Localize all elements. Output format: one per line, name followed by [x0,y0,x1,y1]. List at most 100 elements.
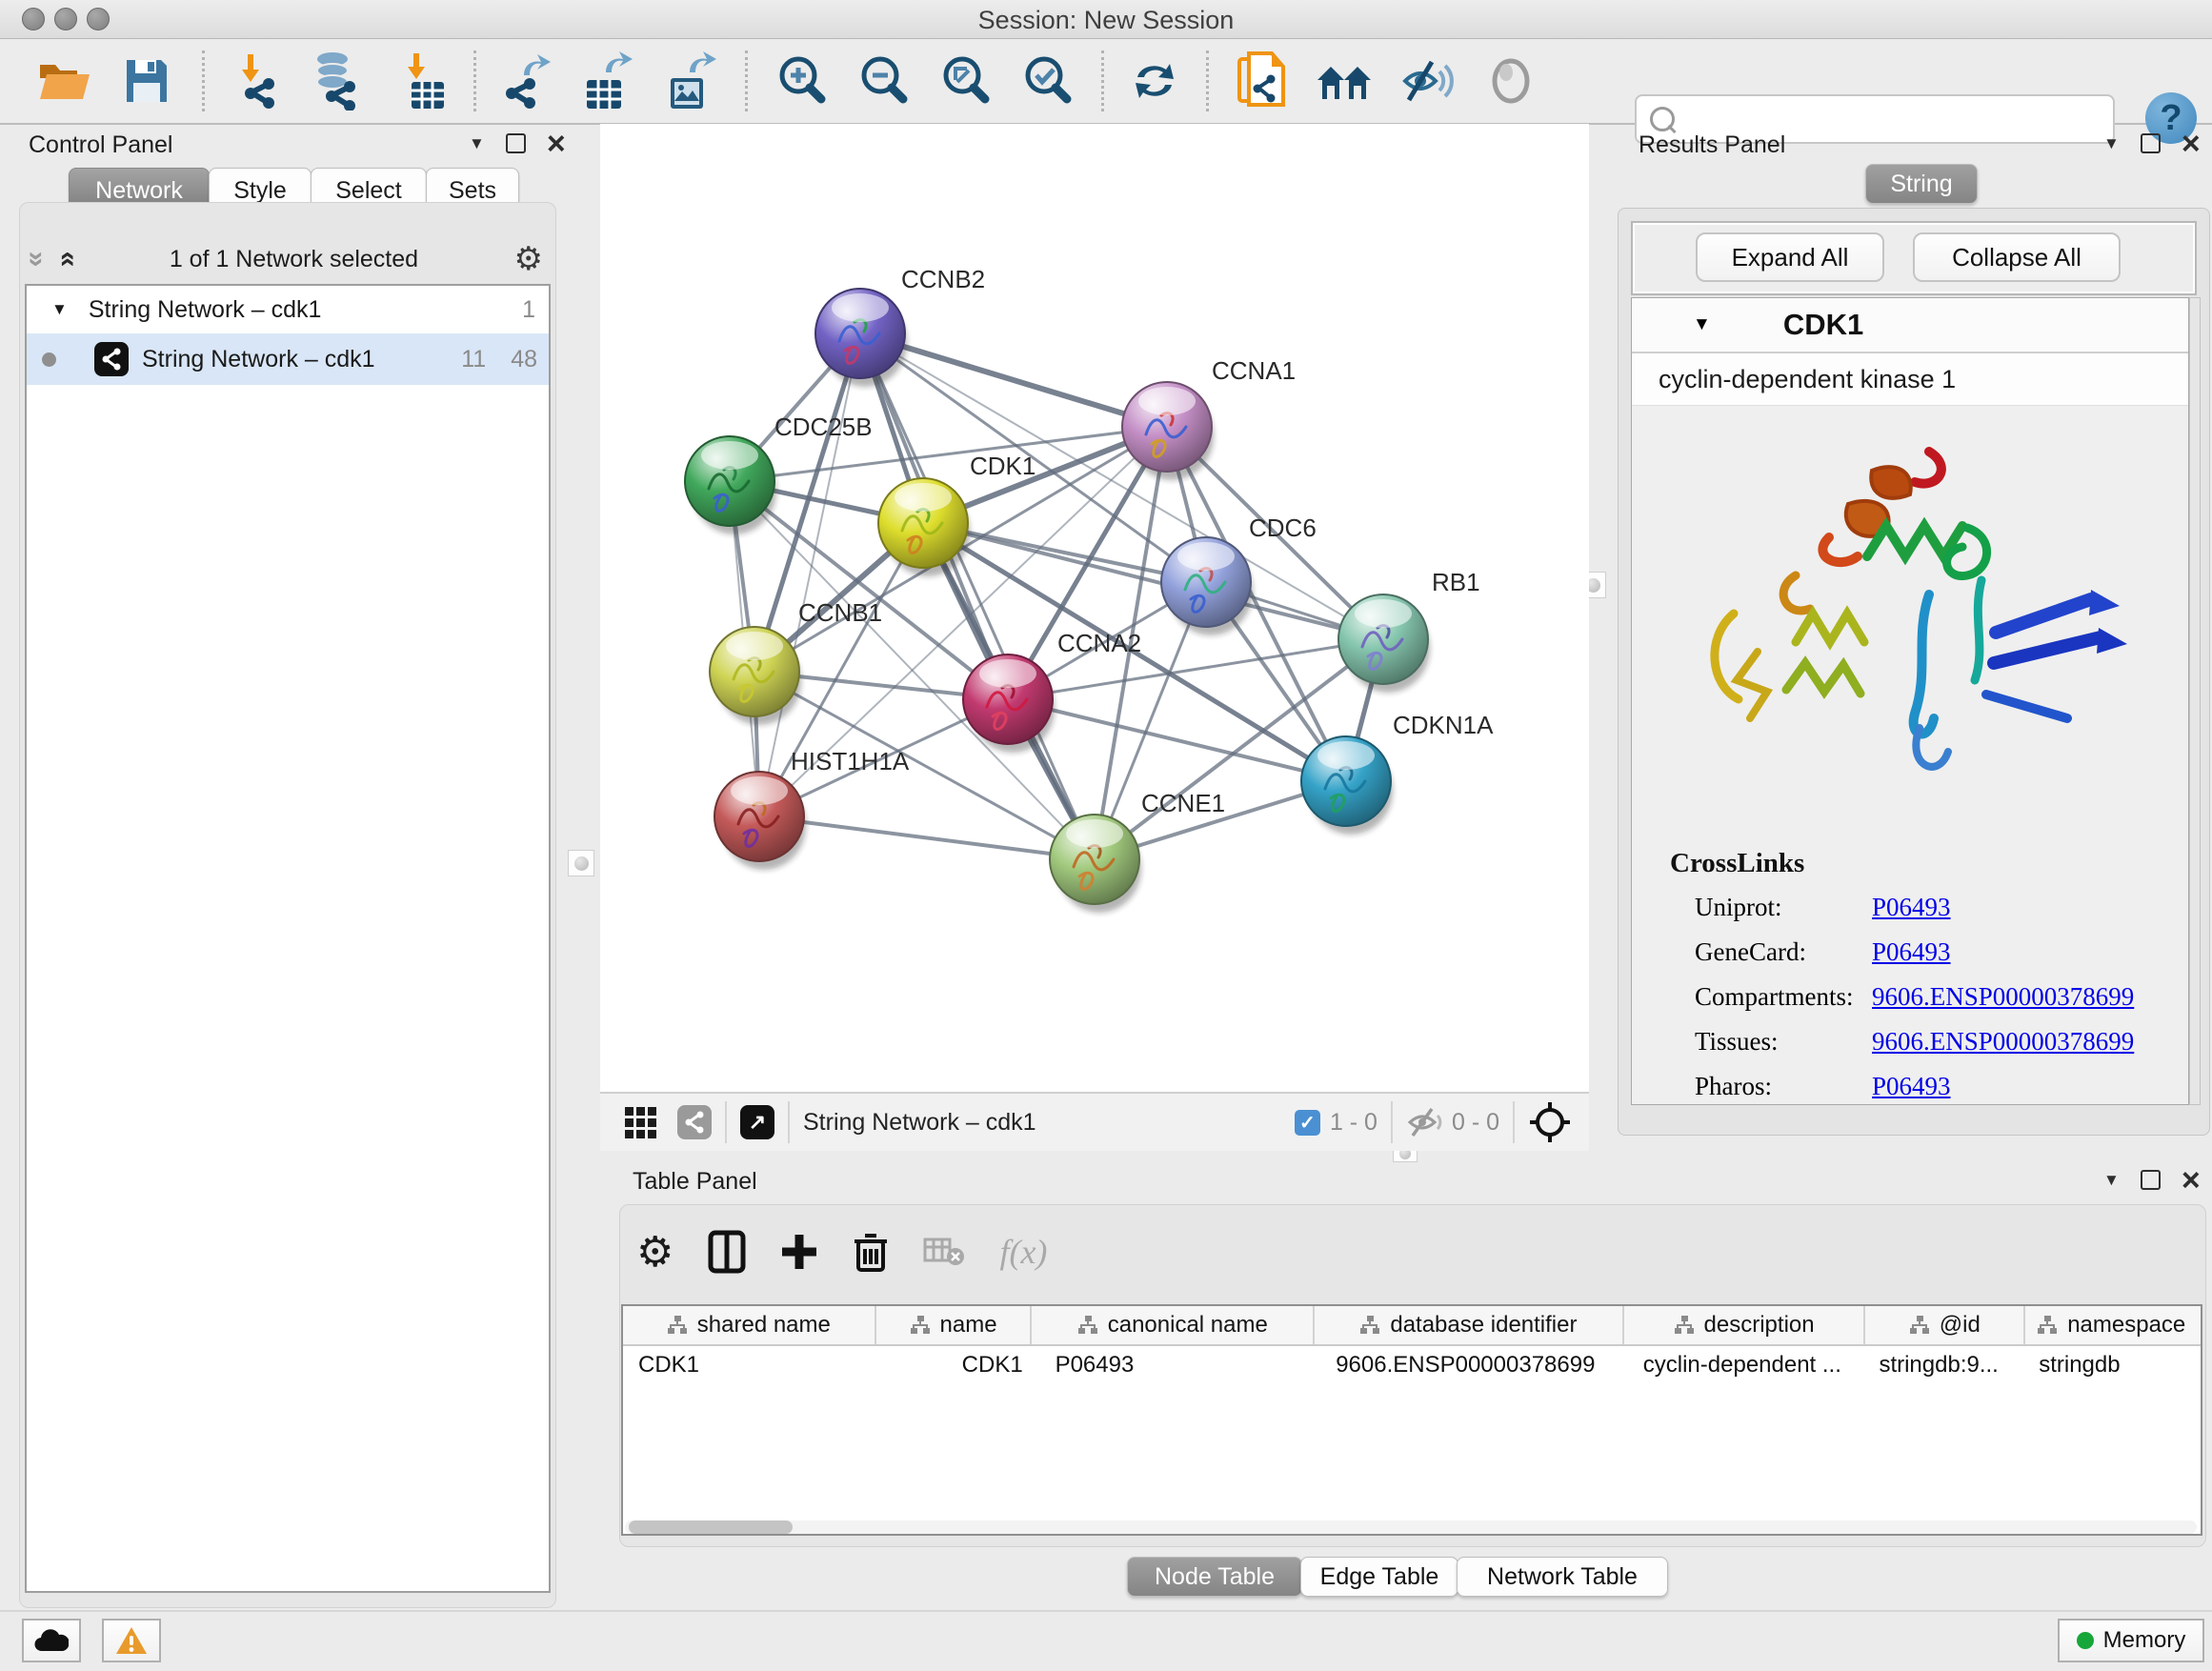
toolbar-separator [745,50,748,111]
expand-all-networks-icon[interactable]: » [27,252,46,268]
zoom-fit-button[interactable] [935,49,996,113]
function-builder-icon[interactable]: f(x) [999,1232,1047,1272]
export-image-button[interactable] [659,49,720,113]
cdk1-section-header[interactable]: ▼ CDK1 [1632,298,2188,353]
eye-button[interactable] [1480,49,1541,113]
tab-string[interactable]: String [1865,164,1978,204]
column-header[interactable]: description [1624,1306,1866,1344]
warnings-button[interactable] [102,1619,161,1662]
table-row[interactable]: CDK1 CDK1 P06493 9606.ENSP00000378699 cy… [623,1346,2201,1384]
left-splitter-handle[interactable] [568,850,594,876]
close-panel-icon[interactable]: × [2182,134,2201,153]
netbar-separator [725,1101,727,1143]
memory-button[interactable]: Memory [2058,1619,2204,1662]
import-table-button[interactable] [392,49,453,113]
collapse-panel-icon[interactable]: ▼ [2103,134,2120,153]
zoom-in-button[interactable] [772,49,833,113]
float-panel-icon[interactable] [506,133,526,153]
column-header[interactable]: name [876,1306,1033,1344]
column-header[interactable]: canonical name [1032,1306,1315,1344]
table-hscrollbar-track[interactable] [625,1520,2197,1534]
selected-nodes-checkbox-icon[interactable]: ✓ [1295,1110,1320,1136]
genecard-link[interactable]: P06493 [1872,937,1951,967]
collapse-panel-icon[interactable]: ▼ [2103,1171,2120,1190]
table-hscrollbar-thumb[interactable] [629,1520,793,1534]
node-CDKN1A[interactable]: CDKN1A [1301,711,1494,835]
network-thumb-icon[interactable] [677,1105,712,1139]
network-selection-status: 1 of 1 Network selected [73,246,513,273]
edge-HIST1H1A-CCNE1[interactable] [759,816,1095,859]
column-header[interactable]: namespace [2025,1306,2201,1344]
node-RB1[interactable]: RB1 [1338,568,1480,693]
tree-expander-icon[interactable]: ▼ [51,300,68,319]
network-collection-row[interactable]: ▼ String Network – cdk1 1 [27,286,549,333]
hide-unhide-button[interactable] [1397,49,1458,113]
toolbar-separator [1101,50,1104,111]
import-network-database-button[interactable] [305,49,366,113]
copy-network-button[interactable] [1231,49,1292,113]
window-title: Session: New Session [0,6,2212,35]
node-CDC25B[interactable]: CDC25B [685,413,873,534]
node-label-CCNB2: CCNB2 [901,265,985,293]
import-network-icon [231,52,284,110]
hidden-eye-icon[interactable] [1406,1106,1444,1138]
delete-column-icon[interactable] [853,1230,889,1274]
network-row-selected[interactable]: String Network – cdk1 11 48 [27,333,549,385]
results-scrollbar[interactable] [2189,297,2201,1105]
delete-table-icon[interactable] [923,1236,965,1268]
column-header[interactable]: @id [1865,1306,2025,1344]
float-panel-icon[interactable] [2141,133,2161,153]
import-network-file-button[interactable] [227,49,288,113]
node-CCNB1[interactable]: CCNB1 [710,598,882,725]
show-columns-icon[interactable] [708,1230,746,1274]
export-table-button[interactable] [575,49,636,113]
table-settings-gear-icon[interactable]: ⚙ [636,1228,674,1277]
edge-CCNB2-CCNE1[interactable] [860,333,1095,859]
status-bar [0,1610,2212,1671]
close-panel-icon[interactable]: × [2182,1171,2201,1190]
pharos-link[interactable]: P06493 [1872,1072,1951,1101]
export-network-icon [499,52,553,110]
zoom-out-button[interactable] [854,49,915,113]
float-panel-icon[interactable] [2141,1170,2161,1190]
section-collapse-icon[interactable]: ▼ [1693,314,1711,335]
network-options-gear-icon[interactable]: ⚙ [514,240,543,278]
close-panel-icon[interactable]: × [547,134,566,153]
column-header[interactable]: database identifier [1315,1306,1624,1344]
collapse-all-networks-icon[interactable]: » [56,252,75,268]
save-session-button[interactable] [116,49,177,113]
node-HIST1H1A[interactable]: HIST1H1A [714,747,910,870]
network-selector-header: » » 1 of 1 Network selected ⚙ [29,238,549,280]
network-canvas[interactable]: CCNB2CCNA1CDC25BCDK1CDC6RB1CCNB1CCNA2CDK… [600,124,1589,1092]
column-header[interactable]: shared name [623,1306,876,1344]
tab-network-table[interactable]: Network Table [1457,1557,1668,1597]
add-column-icon[interactable] [780,1233,818,1271]
tab-node-table[interactable]: Node Table [1127,1557,1302,1597]
namespace-icon [1077,1315,1098,1336]
export-network-button[interactable] [495,49,556,113]
refresh-button[interactable] [1124,49,1185,113]
edge-CCNB2-HIST1H1A[interactable] [759,333,860,816]
open-in-new-window-icon[interactable]: ↗ [740,1105,774,1139]
node-CCNA1[interactable]: CCNA1 [1122,356,1296,480]
open-session-button[interactable] [34,49,95,113]
birds-eye-grid-icon[interactable] [625,1107,656,1138]
node-CDK1[interactable]: CDK1 [878,452,1036,576]
compartments-link[interactable]: 9606.ENSP00000378699 [1872,982,2134,1012]
tab-edge-table[interactable]: Edge Table [1300,1557,1458,1597]
namespace-icon [910,1315,931,1336]
show-all-views-button[interactable] [1315,49,1376,113]
fit-selected-crosshair-icon[interactable] [1528,1100,1572,1144]
expand-all-button[interactable]: Expand All [1696,232,1884,282]
collection-count: 1 [522,296,535,324]
node-CCNB2[interactable]: CCNB2 [815,265,985,387]
node-label-CDC25B: CDC25B [774,413,873,441]
node-label-RB1: RB1 [1432,568,1480,596]
collapse-all-button[interactable]: Collapse All [1913,232,2121,282]
cloud-status-button[interactable] [22,1619,81,1662]
collapse-panel-icon[interactable]: ▼ [469,134,485,153]
uniprot-link[interactable]: P06493 [1872,893,1951,922]
node-CCNE1[interactable]: CCNE1 [1050,789,1225,913]
tissues-link[interactable]: 9606.ENSP00000378699 [1872,1027,2134,1057]
zoom-selected-button[interactable] [1017,49,1078,113]
